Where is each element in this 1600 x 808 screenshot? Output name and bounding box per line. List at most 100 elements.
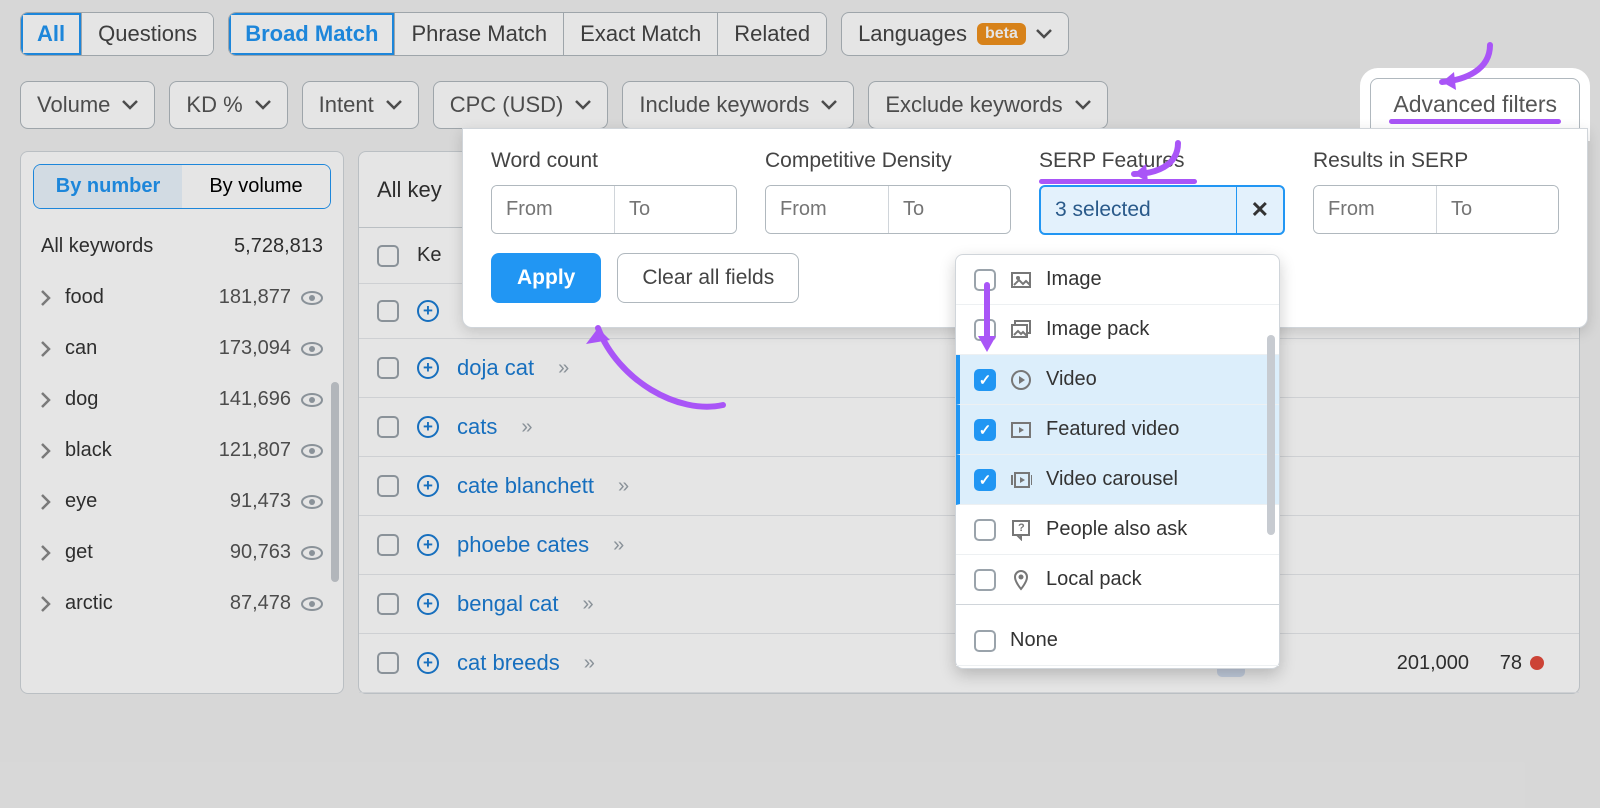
row-checkbox[interactable]: [377, 534, 399, 556]
scrollbar[interactable]: [331, 382, 339, 582]
filter-volume[interactable]: Volume: [20, 81, 155, 129]
checkbox[interactable]: ✓: [974, 469, 996, 491]
comp-density-to[interactable]: [888, 186, 1010, 233]
row-checkbox[interactable]: [377, 357, 399, 379]
serp-features-clear[interactable]: ✕: [1236, 187, 1283, 233]
filter-kd[interactable]: KD %: [169, 81, 287, 129]
add-keyword-icon[interactable]: +: [417, 593, 439, 615]
serp-option-none[interactable]: None: [956, 616, 1279, 666]
eye-icon[interactable]: [301, 545, 323, 561]
annotation-underline: [1389, 119, 1561, 124]
filter-include-keywords[interactable]: Include keywords: [622, 81, 854, 129]
add-keyword-icon[interactable]: +: [417, 652, 439, 674]
keyword-link[interactable]: doja cat: [457, 355, 534, 381]
word-count-to[interactable]: [614, 186, 736, 233]
serp-features-select[interactable]: 3 selected ✕: [1039, 185, 1285, 235]
sidebar-item[interactable]: eye: [41, 490, 97, 513]
advanced-filters-button[interactable]: Advanced filters: [1370, 78, 1580, 131]
tab-related[interactable]: Related: [717, 13, 826, 55]
expand-icon[interactable]: »: [613, 534, 624, 557]
group-by-volume[interactable]: By volume: [182, 165, 330, 208]
keyword-link[interactable]: cat breeds: [457, 650, 560, 676]
expand-icon[interactable]: »: [558, 357, 569, 380]
filter-cpc[interactable]: CPC (USD): [433, 81, 609, 129]
eye-icon[interactable]: [301, 443, 323, 459]
tab-exact-match[interactable]: Exact Match: [563, 13, 717, 55]
beta-badge: beta: [977, 23, 1026, 45]
expand-icon[interactable]: »: [521, 416, 532, 439]
checkbox[interactable]: ✓: [974, 369, 996, 391]
scrollbar[interactable]: [1267, 335, 1275, 535]
chevron-right-icon: [41, 341, 51, 357]
row-checkbox[interactable]: [377, 475, 399, 497]
sidebar-item[interactable]: get: [41, 541, 93, 564]
serp-option[interactable]: Local pack: [956, 555, 1279, 604]
checkbox[interactable]: [974, 319, 996, 341]
add-keyword-icon[interactable]: +: [417, 475, 439, 497]
apply-button[interactable]: Apply: [491, 253, 601, 303]
svg-text:?: ?: [1018, 522, 1025, 534]
chevron-down-icon: [575, 100, 591, 110]
sidebar-item[interactable]: can: [41, 337, 97, 360]
add-keyword-icon[interactable]: +: [417, 534, 439, 556]
filter-exclude-keywords[interactable]: Exclude keywords: [868, 81, 1107, 129]
chevron-down-icon: [122, 100, 138, 110]
add-keyword-icon[interactable]: +: [417, 357, 439, 379]
word-count-from[interactable]: [492, 186, 614, 233]
filter-intent[interactable]: Intent: [302, 81, 419, 129]
eye-icon[interactable]: [301, 290, 323, 306]
results-from[interactable]: [1314, 186, 1436, 233]
play-circle-icon: [1010, 369, 1032, 391]
languages-dropdown[interactable]: Languages beta: [841, 12, 1069, 56]
serp-option[interactable]: ? People also ask: [956, 505, 1279, 555]
row-checkbox[interactable]: [377, 652, 399, 674]
serp-option[interactable]: ✓ Featured video: [956, 405, 1279, 455]
clear-all-fields-button[interactable]: Clear all fields: [617, 253, 799, 303]
checkbox[interactable]: [974, 630, 996, 652]
serp-option[interactable]: ✓ Video: [956, 355, 1279, 405]
keyword-group-sidebar: By number By volume All keywords 5,728,8…: [20, 151, 344, 694]
sidebar-item[interactable]: food: [41, 286, 104, 309]
expand-icon[interactable]: »: [584, 652, 595, 675]
add-keyword-icon[interactable]: +: [417, 300, 439, 322]
label-serp-features: SERP Features: [1039, 149, 1285, 173]
tab-phrase-match[interactable]: Phrase Match: [394, 13, 563, 55]
sidebar-item[interactable]: black: [41, 439, 112, 462]
row-checkbox[interactable]: [377, 416, 399, 438]
question-icon: ?: [1010, 519, 1032, 541]
tab-broad-match[interactable]: Broad Match: [229, 13, 394, 55]
serp-option[interactable]: ✓ Video carousel: [956, 455, 1279, 505]
keyword-link[interactable]: phoebe cates: [457, 532, 589, 558]
label-word-count: Word count: [491, 149, 737, 173]
chevron-right-icon: [41, 392, 51, 408]
eye-icon[interactable]: [301, 392, 323, 408]
keyword-link[interactable]: cate blanchett: [457, 473, 594, 499]
checkbox[interactable]: [974, 569, 996, 591]
expand-icon[interactable]: »: [618, 475, 629, 498]
comp-density-from[interactable]: [766, 186, 888, 233]
eye-icon[interactable]: [301, 341, 323, 357]
checkbox[interactable]: [974, 269, 996, 291]
checkbox[interactable]: [974, 519, 996, 541]
sidebar-item[interactable]: dog: [41, 388, 98, 411]
sidebar-item[interactable]: arctic: [41, 592, 113, 615]
add-keyword-icon[interactable]: +: [417, 416, 439, 438]
results-to[interactable]: [1436, 186, 1558, 233]
expand-icon[interactable]: »: [583, 593, 594, 616]
tab-questions[interactable]: Questions: [81, 13, 213, 55]
tab-all[interactable]: All: [21, 13, 81, 55]
group-by-number[interactable]: By number: [34, 165, 182, 208]
eye-icon[interactable]: [301, 596, 323, 612]
row-checkbox[interactable]: [377, 593, 399, 615]
label-results-in-serp: Results in SERP: [1313, 149, 1559, 173]
select-all-checkbox[interactable]: [377, 245, 399, 267]
eye-icon[interactable]: [301, 494, 323, 510]
keyword-link[interactable]: cats: [457, 414, 497, 440]
chevron-down-icon: [255, 100, 271, 110]
checkbox[interactable]: ✓: [974, 419, 996, 441]
row-checkbox[interactable]: [377, 300, 399, 322]
serp-features-dropdown: Image Image pack✓ Video✓ Featured video✓…: [955, 254, 1280, 669]
serp-option[interactable]: Image pack: [956, 305, 1279, 355]
keyword-link[interactable]: bengal cat: [457, 591, 559, 617]
serp-option[interactable]: Image: [956, 255, 1279, 305]
